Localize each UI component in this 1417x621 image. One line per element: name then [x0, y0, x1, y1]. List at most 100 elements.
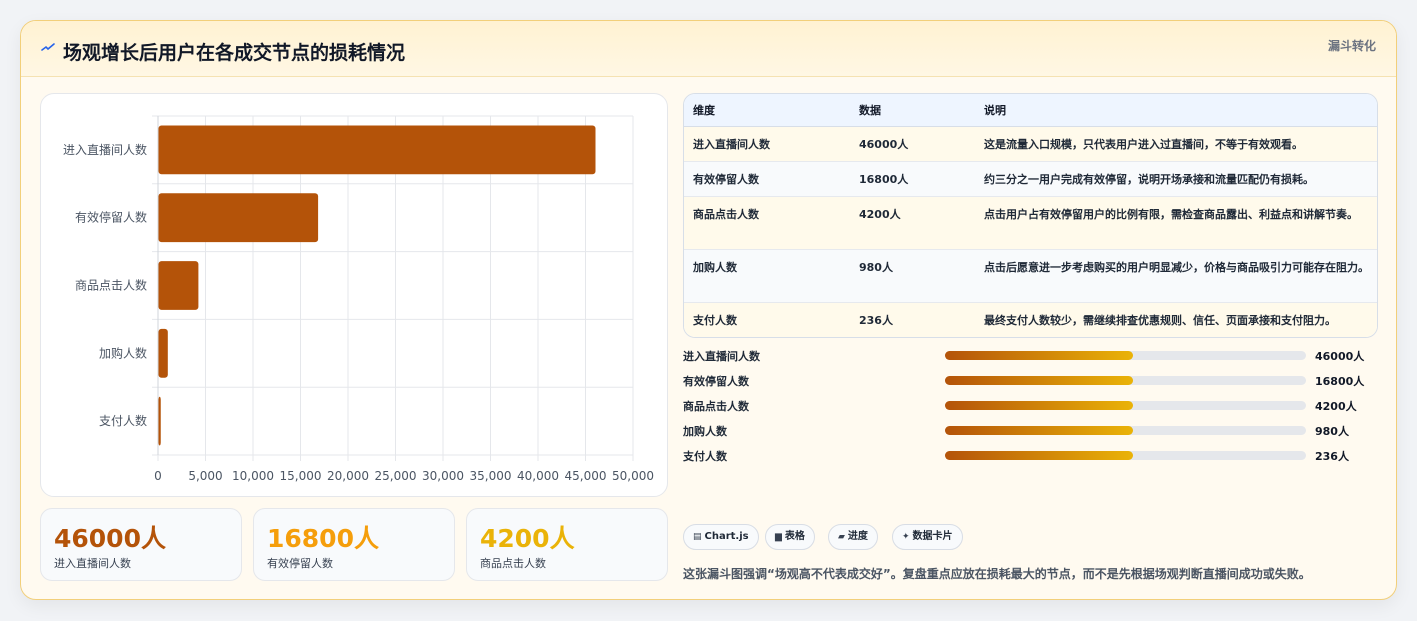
- category-tag: 漏斗转化: [1327, 39, 1376, 53]
- bar-chart-svg: 进入直播间人数有效停留人数商品点击人数加购人数支付人数 0 5,000 10,000 1…: [63, 115, 654, 483]
- progress-track: [945, 401, 1306, 410]
- chart-icon: ▤: [693, 532, 702, 542]
- progress-value: 236人: [1315, 450, 1349, 463]
- progress-row: 商品点击人数 4200人: [683, 398, 1378, 414]
- stat-label: 进入直播间人数: [54, 557, 131, 570]
- x-tick-label: 15,000: [280, 469, 322, 483]
- y-tick-label: 有效停留人数: [75, 210, 147, 225]
- table-cell-desc: 约三分之一用户完成有效停留，说明开场承接和流量匹配仍有损耗。: [975, 161, 1377, 197]
- table-cell-data: 16800人: [850, 161, 975, 197]
- x-tick-label: 35,000: [470, 469, 512, 483]
- sparkle-icon: ✦: [902, 532, 910, 542]
- progress-fill: [945, 351, 1133, 360]
- page-title: 场观增长后用户在各成交节点的损耗情况: [63, 42, 406, 64]
- y-tick-label: 支付人数: [99, 413, 147, 428]
- progress-track: [945, 351, 1306, 360]
- table-header-row: 维度 数据 说明: [684, 94, 1377, 127]
- x-tick-label: 30,000: [422, 469, 464, 483]
- column-header: 数据: [850, 94, 975, 127]
- progress-row: 加购人数 980人: [683, 423, 1378, 439]
- progress-value: 980人: [1315, 425, 1349, 438]
- table-row: 有效停留人数 16800人 约三分之一用户完成有效停留，说明开场承接和流量匹配仍…: [684, 161, 1377, 197]
- column-header: 维度: [684, 94, 850, 127]
- progress-label: 进入直播间人数: [683, 350, 760, 363]
- chip-data-card[interactable]: ✦ 数据卡片: [892, 524, 963, 550]
- summary-text: 这张漏斗图强调“场观高不代表成交好”。复盘重点应放在损耗最大的节点，而不是先根据…: [683, 567, 1311, 581]
- table-cell-data: 4200人: [850, 196, 975, 250]
- chip-label: 数据卡片: [912, 531, 953, 542]
- table-cell-desc: 最终支付人数较少，需继续排查优惠规则、信任、页面承接和支付阻力。: [975, 302, 1377, 337]
- bar: [158, 328, 168, 378]
- chip-progress[interactable]: ▰ 进度: [828, 524, 878, 550]
- table-row: 商品点击人数 4200人 点击用户占有效停留用户的比例有限，需检查商品露出、利益…: [684, 196, 1377, 250]
- progress-label: 支付人数: [683, 450, 727, 463]
- stat-label: 商品点击人数: [480, 557, 546, 570]
- table-cell-desc: 点击后愿意进一步考虑购买的用户明显减少，价格与商品吸引力可能存在阻力。: [975, 249, 1377, 303]
- progress-value: 16800人: [1315, 375, 1365, 388]
- table-cell-dimension: 有效停留人数: [684, 161, 850, 197]
- progress-label: 有效停留人数: [683, 375, 749, 388]
- table-cell-dimension: 进入直播间人数: [684, 126, 850, 162]
- bar: [158, 193, 319, 243]
- stat-value: 46000人: [54, 524, 166, 553]
- bar: [158, 125, 596, 175]
- table-row: 支付人数 236人 最终支付人数较少，需继续排查优惠规则、信任、页面承接和支付阻…: [684, 302, 1377, 337]
- progress-value: 4200人: [1315, 400, 1357, 413]
- table-cell-dimension: 商品点击人数: [684, 196, 850, 250]
- y-tick-label: 进入直播间人数: [63, 142, 147, 157]
- progress-track: [945, 376, 1306, 385]
- progress-row: 支付人数 236人: [683, 448, 1378, 464]
- stat-label: 有效停留人数: [267, 557, 333, 570]
- x-tick-label: 25,000: [375, 469, 417, 483]
- chip-table[interactable]: ▆ 表格: [765, 524, 815, 550]
- progress-track: [945, 451, 1306, 460]
- table-cell-desc: 这是流量入口规模，只代表用户进入过直播间，不等于有效观看。: [975, 126, 1377, 162]
- chip-chartjs[interactable]: ▤ Chart.js: [683, 524, 759, 550]
- bar: [158, 261, 199, 310]
- stat-card-entries: 46000人 进入直播间人数: [40, 508, 242, 581]
- bar: [158, 396, 161, 446]
- progress-icon: ▰: [838, 532, 845, 542]
- chip-label: Chart.js: [704, 531, 749, 542]
- table-cell-dimension: 支付人数: [684, 302, 850, 337]
- progress-track: [945, 426, 1306, 435]
- x-tick-label: 20,000: [327, 469, 369, 483]
- progress-row: 有效停留人数 16800人: [683, 373, 1378, 389]
- x-tick-label: 40,000: [517, 469, 559, 483]
- progress-fill: [945, 426, 1133, 435]
- progress-fill: [945, 401, 1133, 410]
- progress-label: 加购人数: [683, 425, 727, 438]
- progress-fill: [945, 376, 1133, 385]
- x-tick-label: 50,000: [612, 469, 654, 483]
- x-tick-label: 5,000: [188, 469, 222, 483]
- table-row: 进入直播间人数 46000人 这是流量入口规模，只代表用户进入过直播间，不等于有…: [684, 126, 1377, 162]
- table-cell-dimension: 加购人数: [684, 249, 850, 303]
- stat-card-stay: 16800人 有效停留人数: [253, 508, 455, 581]
- table-cell-data: 980人: [850, 249, 975, 303]
- card-header: 场观增长后用户在各成交节点的损耗情况 漏斗转化: [21, 21, 1396, 77]
- chip-label: 进度: [847, 531, 868, 542]
- data-table: 维度 数据 说明 进入直播间人数 46000人 这是流量入口规模，只代表用户进入…: [683, 93, 1378, 338]
- stat-card-clicks: 4200人 商品点击人数: [466, 508, 668, 581]
- chip-label: 表格: [784, 531, 805, 542]
- x-tick-label: 0: [154, 469, 162, 483]
- funnel-card: 场观增长后用户在各成交节点的损耗情况 漏斗转化 进入直播间人数 有效停留人数 商品点…: [20, 20, 1397, 600]
- progress-fill: [945, 451, 1133, 460]
- table-cell-data: 236人: [850, 302, 975, 337]
- bar-chart: 进入直播间人数有效停留人数 商品点击人数加购人数支付人数 0 5,000 10,000 1…: [40, 93, 668, 497]
- y-tick-label: 商品点击人数: [75, 278, 147, 293]
- progress-value: 46000人: [1315, 350, 1365, 363]
- pulse-icon: [41, 43, 55, 51]
- table-cell-data: 46000人: [850, 126, 975, 162]
- stat-value: 4200人: [480, 524, 575, 553]
- table-cell-desc: 点击用户占有效停留用户的比例有限，需检查商品露出、利益点和讲解节奏。: [975, 196, 1377, 250]
- progress-row: 进入直播间人数 46000人: [683, 348, 1378, 364]
- column-header: 说明: [975, 94, 1377, 127]
- stat-value: 16800人: [267, 524, 379, 553]
- y-tick-label: 加购人数: [99, 345, 147, 360]
- x-tick-label: 45,000: [565, 469, 607, 483]
- table-row: 加购人数 980人 点击后愿意进一步考虑购买的用户明显减少，价格与商品吸引力可能…: [684, 249, 1377, 303]
- progress-label: 商品点击人数: [683, 400, 749, 413]
- x-tick-label: 10,000: [232, 469, 274, 483]
- table-icon: ▆: [775, 532, 782, 542]
